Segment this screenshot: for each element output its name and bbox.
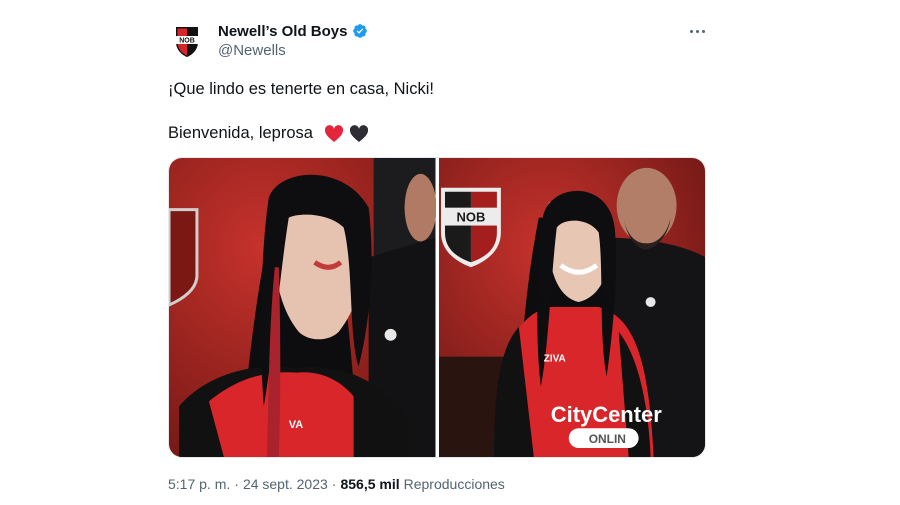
avatar-crest-text: NOB: [179, 38, 195, 45]
tweet-text-line-1: ¡Que lindo es tenerte en casa, Nicki!: [168, 80, 434, 98]
media-grid: VA NOB ZIVA CityCenter ONLIN: [168, 157, 706, 458]
tweet-time[interactable]: 5:17 p. m.: [168, 476, 230, 492]
photo-1[interactable]: VA: [169, 158, 436, 457]
avatar[interactable]: NOB: [168, 22, 206, 60]
dot-icon: [695, 29, 699, 33]
photo-2-sponsor: CityCenter: [550, 402, 661, 427]
dot-icon: [701, 29, 705, 33]
nob-crest-icon: NOB: [176, 27, 198, 57]
views-label: Reproducciones: [403, 476, 505, 492]
meta-separator: ·: [331, 476, 337, 492]
tweet-meta: 5:17 p. m. · 24 sept. 2023 · 856,5 mil R…: [168, 476, 505, 492]
dot-icon: [689, 29, 693, 33]
verified-badge-icon[interactable]: [352, 23, 368, 39]
author-block: Newell’s Old Boys @Newells: [218, 21, 368, 59]
views-count[interactable]: 856,5 mil: [340, 476, 399, 492]
photo-2-shirt-text: ZIVA: [543, 354, 565, 365]
tweet-text-line-2: Bienvenida, leprosa: [168, 124, 369, 143]
meta-separator: ·: [234, 476, 239, 492]
tweet-date[interactable]: 24 sept. 2023: [243, 476, 328, 492]
photo-1-shirt-text: VA: [289, 419, 304, 431]
tweet-text-line-2-label: Bienvenida, leprosa: [168, 124, 313, 142]
red-heart-icon: [325, 124, 344, 142]
hearts: [315, 124, 369, 143]
photo-2-crest-text: NOB: [456, 210, 485, 225]
author-handle[interactable]: @Newells: [218, 42, 368, 59]
more-options-button[interactable]: [688, 22, 706, 40]
black-heart-icon: [349, 124, 368, 142]
photo-2-sponsor-sub: ONLIN: [588, 432, 625, 446]
author-name[interactable]: Newell’s Old Boys: [218, 23, 348, 40]
author-name-row: Newell’s Old Boys: [218, 21, 368, 41]
photo-2[interactable]: NOB ZIVA CityCenter ONLIN: [438, 158, 705, 457]
